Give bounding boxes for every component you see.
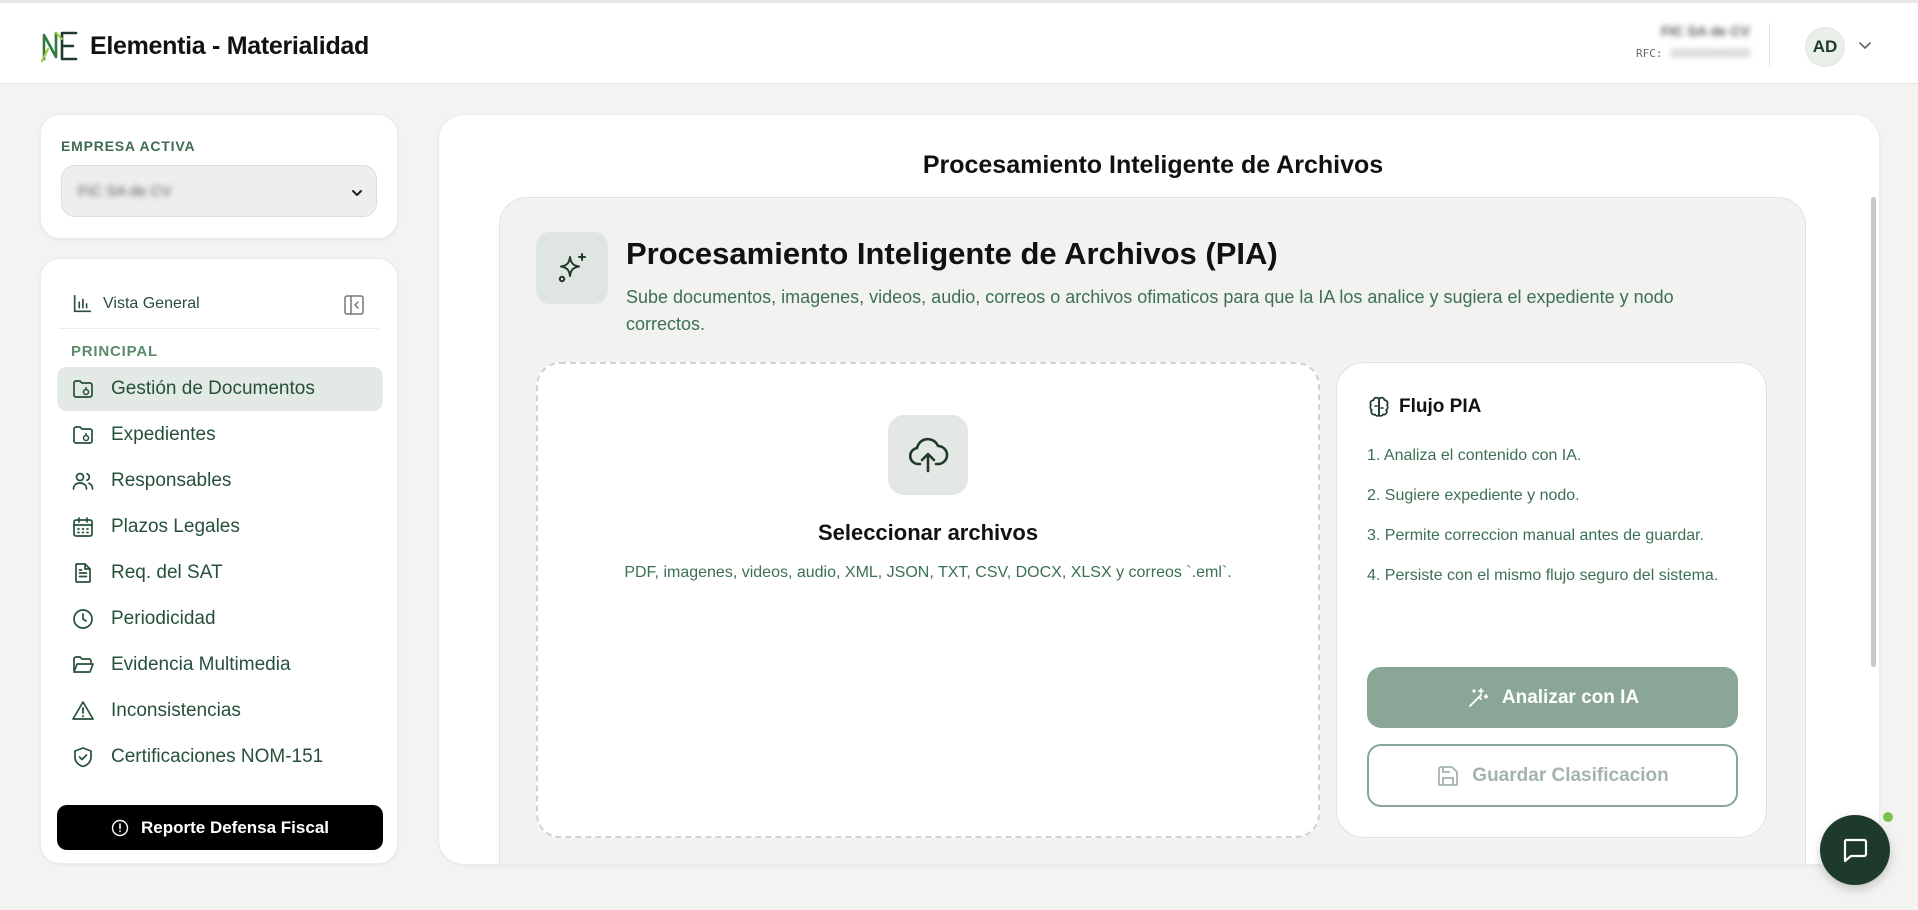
rfc-value: XXXXXXXXXXXX — [1670, 47, 1750, 60]
sidebar-item-label: Evidencia Multimedia — [111, 654, 291, 675]
clock-icon — [73, 609, 93, 629]
company-select-value: FIC SA de CV — [78, 183, 172, 200]
page-title: Procesamiento Inteligente de Archivos — [922, 151, 1384, 179]
sidebar-item-label: Expedientes — [111, 424, 216, 445]
scrollbar-thumb[interactable] — [1871, 197, 1876, 667]
file-dropzone[interactable]: Seleccionar archivos PDF, imagenes, vide… — [536, 362, 1320, 838]
brand-logo-icon — [40, 31, 78, 63]
brain-icon — [1369, 396, 1389, 417]
sidebar-item-document-management[interactable]: Gestión de Documentos — [57, 367, 383, 411]
chat-bubble-icon — [1843, 838, 1868, 863]
sidebar-item-label: Gestión de Documentos — [111, 378, 315, 399]
sidebar-item-label: Vista General — [103, 294, 200, 312]
pia-flow-card: Flujo PIA 1. Analiza el contenido con IA… — [1336, 362, 1767, 838]
company-select[interactable]: FIC SA de CV — [61, 165, 377, 217]
online-status-dot — [1881, 810, 1895, 824]
sidebar-collapse-icon[interactable] — [343, 294, 365, 316]
sidebar-item-label: Plazos Legales — [111, 516, 240, 537]
analyze-button-label: Analizar con IA — [1501, 686, 1640, 708]
rfc-row: RFC: XXXXXXXXXXXX — [1600, 47, 1750, 60]
chevron-down-icon[interactable] — [1857, 37, 1873, 53]
sidebar-nav: Vista General PRINCIPAL Gestión de Docum… — [40, 258, 398, 864]
nav-list: Gestión de Documentos Expedientes Respon… — [57, 367, 383, 781]
sidebar-item-label: Req. del SAT — [111, 562, 223, 583]
app-title: Elementia - Materialidad — [90, 31, 369, 60]
sidebar-item-label: Certificaciones NOM-151 — [111, 746, 324, 767]
dropzone-title: Seleccionar archivos — [817, 520, 1039, 545]
warning-icon — [72, 701, 94, 720]
active-company-label: EMPRESA ACTIVA — [61, 138, 196, 154]
fiscal-defense-report-label: Reporte Defensa Fiscal — [140, 817, 329, 837]
flow-steps: 1. Analiza el contenido con IA. 2. Sugie… — [1367, 443, 1737, 603]
flow-header: Flujo PIA — [1367, 395, 1481, 419]
sidebar-item-label: Inconsistencias — [111, 700, 241, 721]
sidebar-item-sat-requirements[interactable]: Req. del SAT — [57, 551, 383, 595]
magic-wand-icon — [1468, 687, 1489, 707]
avatar[interactable]: AD — [1805, 27, 1845, 67]
sidebar-item-label: Responsables — [111, 470, 232, 491]
brand[interactable]: Elementia - Materialidad — [40, 29, 369, 63]
header-divider — [1769, 23, 1770, 67]
fiscal-defense-report-button[interactable]: Reporte Defensa Fiscal — [57, 805, 383, 850]
sidebar-item-periodicity[interactable]: Periodicidad — [57, 597, 383, 641]
bar-chart-icon — [73, 294, 92, 312]
cloud-upload-icon — [908, 437, 949, 473]
save-button-label: Guardar Clasificacion — [1472, 764, 1669, 786]
scroll-up-arrow-icon[interactable] — [1869, 115, 1879, 125]
sidebar-item-multimedia-evidence[interactable]: Evidencia Multimedia — [57, 643, 383, 687]
calendar-icon — [73, 517, 93, 537]
sidebar-item-nom151-certifications[interactable]: Certificaciones NOM-151 — [57, 735, 383, 779]
document-icon — [75, 563, 91, 583]
pia-icon-box — [536, 232, 608, 304]
save-classification-button[interactable]: Guardar Clasificacion — [1367, 744, 1738, 807]
flow-step: 3. Permite correccion manual antes de gu… — [1367, 527, 1705, 544]
users-icon — [72, 472, 94, 490]
pia-title: Procesamiento Inteligente de Archivos (P… — [626, 236, 1278, 271]
flow-title: Flujo PIA — [1399, 396, 1482, 417]
nav-section-principal: PRINCIPAL — [71, 343, 158, 360]
company-info: FIC SA de CV RFC: XXXXXXXXXXXX — [1600, 23, 1750, 60]
flow-step: 2. Sugiere expediente y nodo. — [1367, 487, 1580, 504]
main-scrollbar[interactable] — [1869, 115, 1879, 864]
pia-panel: Procesamiento Inteligente de Archivos (P… — [499, 197, 1806, 864]
folder-doc-icon — [73, 380, 93, 398]
folder-open-icon — [73, 656, 94, 673]
rfc-label: RFC: — [1636, 47, 1663, 60]
sidebar-item-label: Periodicidad — [111, 608, 216, 629]
flow-step: 4. Persiste con el mismo flujo seguro de… — [1367, 567, 1719, 584]
flow-step: 1. Analiza el contenido con IA. — [1367, 447, 1582, 464]
folder-clock-icon — [73, 426, 93, 444]
shield-check-icon — [74, 747, 92, 768]
save-icon — [1438, 765, 1459, 786]
chat-button[interactable] — [1820, 815, 1890, 885]
sparkles-icon — [558, 253, 586, 283]
sidebar-item-legal-deadlines[interactable]: Plazos Legales — [57, 505, 383, 549]
sidebar-item-inconsistencies[interactable]: Inconsistencias — [57, 689, 383, 733]
header-company-name: FIC SA de CV — [1661, 23, 1750, 39]
upload-icon-box — [888, 415, 968, 495]
alert-circle-icon — [111, 819, 129, 836]
chevron-down-icon — [352, 190, 362, 196]
sidebar-item-responsables[interactable]: Responsables — [57, 459, 383, 503]
pia-description: Sube documentos, imagenes, videos, audio… — [626, 287, 1674, 334]
analyze-with-ai-button[interactable]: Analizar con IA — [1367, 667, 1738, 728]
dropzone-subtitle: PDF, imagenes, videos, audio, XML, JSON,… — [624, 564, 1232, 581]
sidebar-item-files[interactable]: Expedientes — [57, 413, 383, 457]
top-header: Elementia - Materialidad FIC SA de CV RF… — [0, 0, 1918, 84]
main-content: Procesamiento Inteligente de Archivos Pr… — [438, 114, 1880, 865]
active-company-card: EMPRESA ACTIVA FIC SA de CV — [40, 114, 398, 239]
sidebar-item-overview[interactable]: Vista General — [59, 279, 379, 329]
